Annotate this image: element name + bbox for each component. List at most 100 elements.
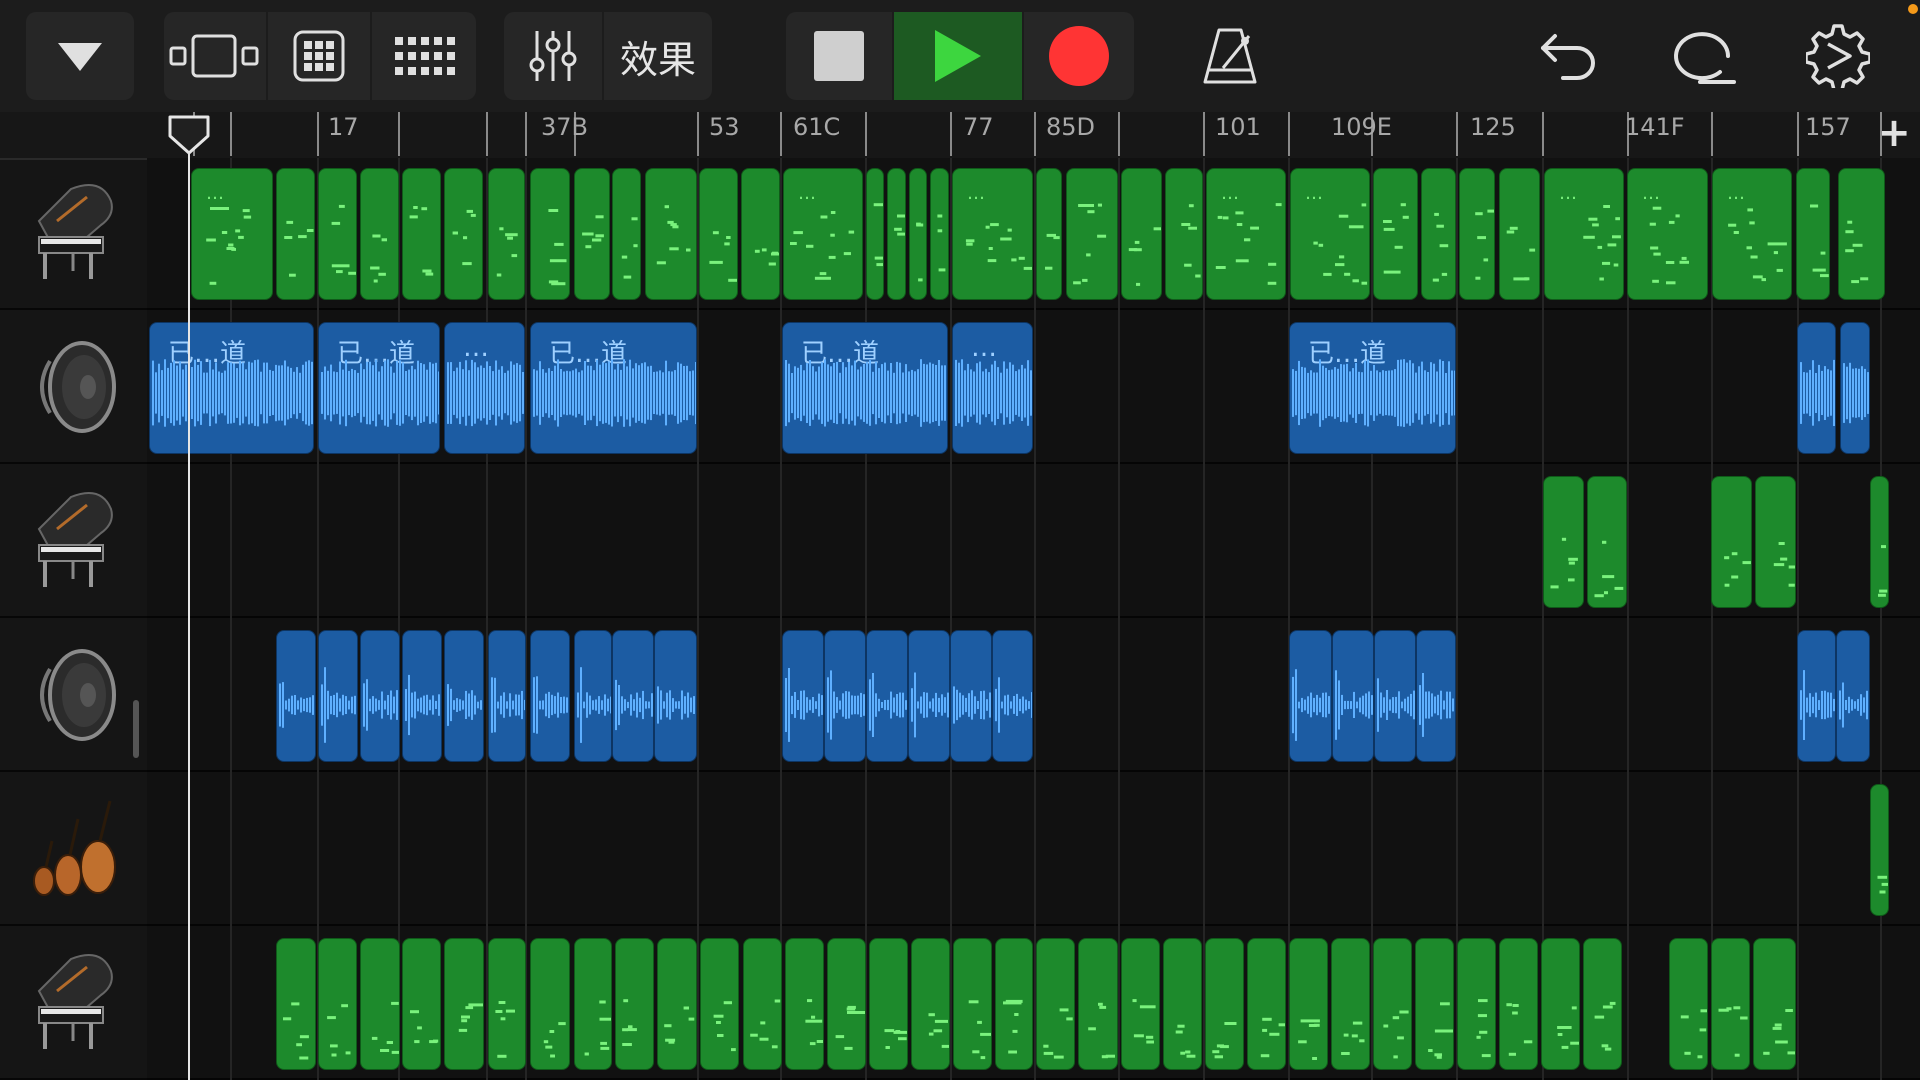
midi-region[interactable] <box>930 168 949 300</box>
midi-region[interactable] <box>612 168 641 300</box>
tracks-area[interactable]: …………………… 已…道 已…道… 已…道 已…道… 已…道 <box>147 158 1920 1080</box>
audio-region[interactable] <box>1797 630 1836 762</box>
midi-region[interactable] <box>1541 938 1580 1070</box>
midi-region[interactable] <box>574 168 610 300</box>
midi-region[interactable] <box>887 168 906 300</box>
midi-region[interactable] <box>1373 168 1418 300</box>
midi-region[interactable] <box>953 938 992 1070</box>
audio-region[interactable] <box>276 630 316 762</box>
audio-region[interactable]: … <box>952 322 1033 454</box>
midi-region[interactable] <box>866 168 884 300</box>
audio-region[interactable] <box>1374 630 1416 762</box>
dots-grid-button[interactable] <box>372 12 476 100</box>
midi-region[interactable] <box>1499 168 1540 300</box>
midi-region[interactable] <box>1036 168 1062 300</box>
midi-region[interactable] <box>657 938 697 1070</box>
midi-region[interactable] <box>530 168 570 300</box>
midi-region[interactable] <box>530 938 570 1070</box>
audio-region[interactable]: … <box>444 322 525 454</box>
midi-region[interactable] <box>318 168 357 300</box>
midi-region[interactable] <box>1711 476 1752 608</box>
timeline-ruler[interactable]: + A1737B5361C7785D101109E125141F157 <box>147 112 1920 160</box>
midi-region[interactable] <box>1753 938 1796 1070</box>
audio-region[interactable]: 已…道 <box>149 322 314 454</box>
play-button[interactable] <box>894 12 1024 100</box>
tracks-view-button[interactable] <box>164 12 268 100</box>
audio-region[interactable] <box>1332 630 1374 762</box>
midi-region[interactable] <box>276 168 315 300</box>
midi-region[interactable]: … <box>1627 168 1708 300</box>
midi-region[interactable]: … <box>1290 168 1370 300</box>
midi-region[interactable] <box>1870 784 1889 916</box>
midi-region[interactable] <box>741 168 780 300</box>
midi-region[interactable] <box>1331 938 1370 1070</box>
audio-region[interactable] <box>908 630 950 762</box>
track-header-1[interactable] <box>0 158 147 310</box>
playhead-handle[interactable] <box>167 114 211 156</box>
midi-region[interactable] <box>615 938 654 1070</box>
track-header-3[interactable] <box>0 466 147 618</box>
audio-region[interactable] <box>318 630 358 762</box>
audio-region[interactable] <box>824 630 866 762</box>
midi-region[interactable] <box>743 938 782 1070</box>
audio-region[interactable]: 已…道 <box>530 322 697 454</box>
midi-region[interactable] <box>488 938 526 1070</box>
undo-button[interactable] <box>1534 12 1602 100</box>
midi-region[interactable] <box>911 938 950 1070</box>
midi-region[interactable]: … <box>1712 168 1792 300</box>
midi-region[interactable] <box>276 938 316 1070</box>
midi-region[interactable] <box>488 168 525 300</box>
midi-region[interactable] <box>402 168 441 300</box>
midi-region[interactable] <box>827 938 866 1070</box>
audio-region[interactable] <box>992 630 1033 762</box>
track-header-6[interactable] <box>0 928 147 1080</box>
audio-region[interactable] <box>530 630 570 762</box>
effects-button[interactable]: 效果 <box>604 12 712 100</box>
midi-region[interactable] <box>1459 168 1495 300</box>
audio-region[interactable]: 已…道 <box>318 322 440 454</box>
loop-browser-button[interactable] <box>1668 12 1738 100</box>
midi-region[interactable] <box>1421 168 1456 300</box>
audio-region[interactable] <box>1289 630 1332 762</box>
midi-region[interactable] <box>699 168 738 300</box>
my-songs-button[interactable] <box>26 12 134 100</box>
metronome-button[interactable] <box>1196 12 1264 100</box>
midi-region[interactable] <box>1499 938 1538 1070</box>
vertical-scroll-indicator[interactable] <box>133 700 139 758</box>
midi-region[interactable]: … <box>1206 168 1286 300</box>
midi-region[interactable] <box>1205 938 1244 1070</box>
midi-region[interactable] <box>1289 938 1328 1070</box>
midi-region[interactable] <box>1247 938 1286 1070</box>
midi-region[interactable]: … <box>783 168 863 300</box>
live-loops-button[interactable] <box>268 12 372 100</box>
midi-region[interactable]: … <box>952 168 1033 300</box>
audio-region[interactable] <box>444 630 484 762</box>
audio-region[interactable] <box>1836 630 1870 762</box>
mixer-button[interactable] <box>504 12 604 100</box>
track-header-4[interactable] <box>0 620 147 772</box>
midi-region[interactable] <box>1121 938 1160 1070</box>
midi-region[interactable] <box>574 938 612 1070</box>
playhead[interactable] <box>188 120 190 1080</box>
midi-region[interactable] <box>1587 476 1627 608</box>
midi-region[interactable] <box>318 938 357 1070</box>
audio-region[interactable]: 已…道 <box>782 322 948 454</box>
midi-region[interactable] <box>1165 168 1203 300</box>
audio-region[interactable] <box>1840 322 1870 454</box>
track-header-2[interactable] <box>0 312 147 464</box>
midi-region[interactable] <box>1583 938 1622 1070</box>
midi-region[interactable] <box>1078 938 1118 1070</box>
audio-region[interactable] <box>612 630 654 762</box>
midi-region[interactable] <box>1036 938 1075 1070</box>
midi-region[interactable] <box>1870 476 1889 608</box>
midi-region[interactable] <box>1163 938 1202 1070</box>
midi-region[interactable] <box>444 938 484 1070</box>
audio-region[interactable] <box>654 630 697 762</box>
midi-region[interactable] <box>1373 938 1412 1070</box>
midi-region[interactable] <box>1838 168 1885 300</box>
midi-region[interactable] <box>869 938 908 1070</box>
midi-region[interactable] <box>1457 938 1496 1070</box>
midi-region[interactable] <box>645 168 697 300</box>
midi-region[interactable]: … <box>1544 168 1624 300</box>
midi-region[interactable] <box>995 938 1033 1070</box>
